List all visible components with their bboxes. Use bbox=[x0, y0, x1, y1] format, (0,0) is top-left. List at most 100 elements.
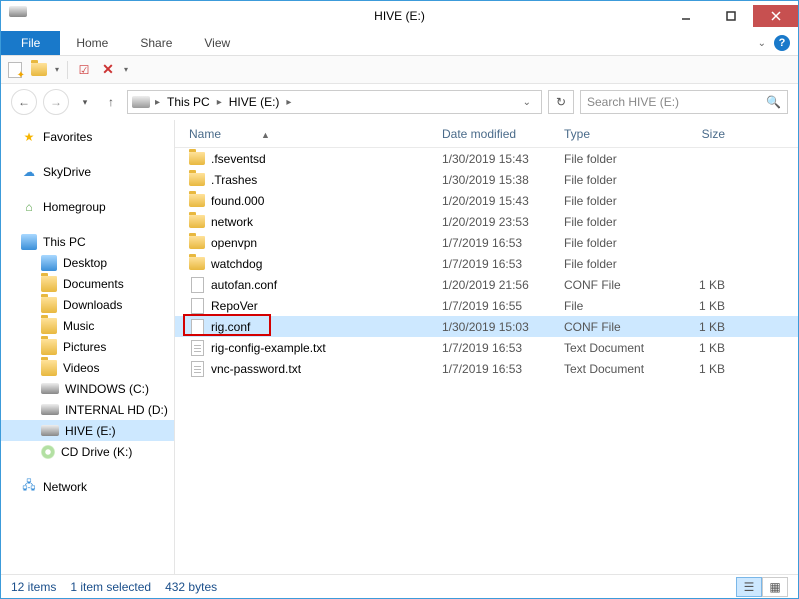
title-bar: HIVE (E:) bbox=[1, 1, 798, 31]
sidebar-item-pictures[interactable]: Pictures bbox=[1, 336, 174, 357]
sidebar-item-music[interactable]: Music bbox=[1, 315, 174, 336]
file-row[interactable]: .Trashes 1/30/2019 15:38File folder bbox=[175, 169, 798, 190]
sidebar-item-cd-k[interactable]: CD Drive (K:) bbox=[1, 441, 174, 462]
file-row[interactable]: network1/20/2019 23:53File folder bbox=[175, 211, 798, 232]
refresh-button[interactable]: ↻ bbox=[548, 90, 574, 114]
file-row[interactable]: rig-config-example.txt1/7/2019 16:53Text… bbox=[175, 337, 798, 358]
column-size[interactable]: Size bbox=[673, 127, 743, 141]
minimize-button[interactable] bbox=[663, 5, 708, 27]
file-name: rig-config-example.txt bbox=[211, 341, 326, 355]
file-date: 1/30/2019 15:38 bbox=[442, 173, 564, 187]
homegroup-icon: ⌂ bbox=[21, 199, 37, 215]
new-folder-icon[interactable] bbox=[31, 62, 47, 78]
file-type: CONF File bbox=[564, 320, 673, 334]
sidebar-skydrive[interactable]: ☁SkyDrive bbox=[1, 161, 174, 182]
forward-button[interactable]: → bbox=[43, 89, 69, 115]
file-row[interactable]: RepoVer1/7/2019 16:55File1 KB bbox=[175, 295, 798, 316]
star-icon: ★ bbox=[21, 129, 37, 145]
help-icon[interactable]: ? bbox=[774, 35, 790, 51]
search-input[interactable]: Search HIVE (E:) 🔍 bbox=[580, 90, 788, 114]
chevron-right-icon[interactable]: ▸ bbox=[283, 97, 294, 108]
drive-icon bbox=[132, 96, 150, 108]
tab-view[interactable]: View bbox=[188, 31, 246, 55]
address-bar[interactable]: ▸ This PC ▸ HIVE (E:) ▸ ⌄ bbox=[127, 90, 542, 114]
file-type: CONF File bbox=[564, 278, 673, 292]
close-button[interactable] bbox=[753, 5, 798, 27]
file-row[interactable]: openvpn1/7/2019 16:53File folder bbox=[175, 232, 798, 253]
file-row[interactable]: rig.conf1/30/2019 15:03CONF File1 KB bbox=[175, 316, 798, 337]
breadcrumb-this-pc[interactable]: This PC bbox=[165, 95, 212, 109]
sidebar-homegroup[interactable]: ⌂Homegroup bbox=[1, 196, 174, 217]
sidebar-item-hive-e[interactable]: HIVE (E:) bbox=[1, 420, 174, 441]
sidebar-item-videos[interactable]: Videos bbox=[1, 357, 174, 378]
file-size: 1 KB bbox=[673, 362, 743, 376]
column-type[interactable]: Type bbox=[564, 127, 673, 141]
file-name: openvpn bbox=[211, 236, 257, 250]
column-header-row: Name▲ Date modified Type Size bbox=[175, 120, 798, 148]
sidebar-this-pc[interactable]: This PC bbox=[1, 231, 174, 252]
folder-icon bbox=[41, 297, 57, 313]
column-name[interactable]: Name▲ bbox=[189, 127, 442, 141]
properties-icon[interactable]: ☑ bbox=[76, 62, 92, 78]
computer-icon bbox=[21, 234, 37, 250]
status-bytes: 432 bytes bbox=[165, 580, 217, 594]
status-bar: 12 items 1 item selected 432 bytes ☰ ▦ bbox=[1, 574, 798, 598]
sidebar-item-downloads[interactable]: Downloads bbox=[1, 294, 174, 315]
sidebar-item-desktop[interactable]: Desktop bbox=[1, 252, 174, 273]
search-placeholder: Search HIVE (E:) bbox=[587, 95, 679, 109]
search-icon: 🔍 bbox=[766, 95, 781, 109]
file-name: network bbox=[211, 215, 253, 229]
up-button[interactable]: ↑ bbox=[101, 92, 121, 112]
file-type: File folder bbox=[564, 152, 673, 166]
history-dropdown[interactable]: ▾ bbox=[75, 92, 95, 112]
tab-home[interactable]: Home bbox=[60, 31, 124, 55]
file-name: watchdog bbox=[211, 257, 262, 271]
file-date: 1/7/2019 16:55 bbox=[442, 299, 564, 313]
text-file-icon bbox=[191, 340, 204, 356]
file-icon bbox=[191, 319, 204, 335]
status-selected: 1 item selected bbox=[70, 580, 151, 594]
delete-icon[interactable]: ✕ bbox=[100, 62, 116, 78]
ribbon-expand-icon[interactable]: ⌄ bbox=[758, 38, 766, 49]
file-row[interactable]: autofan.conf1/20/2019 21:56CONF File1 KB bbox=[175, 274, 798, 295]
folder-icon bbox=[189, 215, 205, 228]
chevron-right-icon[interactable]: ▸ bbox=[152, 97, 163, 108]
breadcrumb-drive[interactable]: HIVE (E:) bbox=[227, 95, 282, 109]
sidebar-item-internal-d[interactable]: INTERNAL HD (D:) bbox=[1, 399, 174, 420]
quick-access-toolbar: ▾ ☑ ✕ ▾ bbox=[1, 56, 798, 84]
tab-share[interactable]: Share bbox=[124, 31, 188, 55]
sidebar-network[interactable]: 🖧Network bbox=[1, 476, 174, 497]
file-row[interactable]: .fseventsd1/30/2019 15:43File folder bbox=[175, 148, 798, 169]
drive-icon bbox=[41, 404, 59, 415]
file-tab[interactable]: File bbox=[1, 31, 60, 55]
folder-icon bbox=[189, 194, 205, 207]
address-dropdown-icon[interactable]: ⌄ bbox=[517, 97, 537, 108]
file-icon bbox=[191, 277, 204, 293]
navigation-row: ← → ▾ ↑ ▸ This PC ▸ HIVE (E:) ▸ ⌄ ↻ Sear… bbox=[1, 84, 798, 120]
column-date[interactable]: Date modified bbox=[442, 127, 564, 141]
sidebar-item-documents[interactable]: Documents bbox=[1, 273, 174, 294]
file-name: autofan.conf bbox=[211, 278, 277, 292]
app-icon bbox=[9, 6, 29, 26]
file-row[interactable]: vnc-password.txt1/7/2019 16:53Text Docum… bbox=[175, 358, 798, 379]
file-row[interactable]: found.0001/20/2019 15:43File folder bbox=[175, 190, 798, 211]
file-list-pane: Name▲ Date modified Type Size .fseventsd… bbox=[175, 120, 798, 574]
file-type: File folder bbox=[564, 173, 673, 187]
sidebar-item-windows-c[interactable]: WINDOWS (C:) bbox=[1, 378, 174, 399]
chevron-right-icon[interactable]: ▸ bbox=[214, 97, 225, 108]
file-row[interactable]: watchdog1/7/2019 16:53File folder bbox=[175, 253, 798, 274]
file-rows: .fseventsd1/30/2019 15:43File folder.Tra… bbox=[175, 148, 798, 574]
maximize-button[interactable] bbox=[708, 5, 753, 27]
back-button[interactable]: ← bbox=[11, 89, 37, 115]
main-content: ★Favorites ☁SkyDrive ⌂Homegroup This PC … bbox=[1, 120, 798, 574]
sort-asc-icon: ▲ bbox=[261, 130, 270, 140]
folder-icon bbox=[41, 276, 57, 292]
view-icons-button[interactable]: ▦ bbox=[762, 577, 788, 597]
cloud-icon: ☁ bbox=[21, 164, 37, 180]
desktop-icon bbox=[41, 255, 57, 271]
new-item-icon[interactable] bbox=[7, 62, 23, 78]
view-details-button[interactable]: ☰ bbox=[736, 577, 762, 597]
sidebar-favorites[interactable]: ★Favorites bbox=[1, 126, 174, 147]
file-name: .Trashes bbox=[211, 173, 257, 187]
file-size: 1 KB bbox=[673, 320, 743, 334]
